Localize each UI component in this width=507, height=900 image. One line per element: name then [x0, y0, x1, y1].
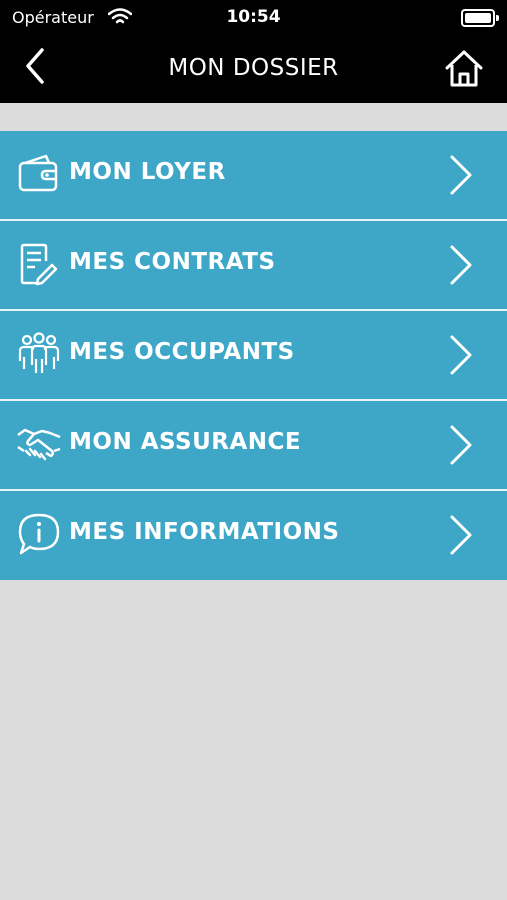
dossier-menu: MON LOYER MES CONTRATS MES OCCUPANTS MON… — [0, 131, 507, 580]
menu-item-label: MON LOYER — [69, 159, 226, 185]
app-header: Opérateur 10:54 MON DOSSIER — [0, 0, 507, 103]
menu-item-mon-loyer[interactable]: MON LOYER — [0, 131, 507, 221]
status-bar: Opérateur 10:54 — [0, 0, 507, 36]
info-bubble-icon — [18, 513, 60, 555]
menu-item-label: MES INFORMATIONS — [69, 519, 340, 545]
chevron-right-icon — [450, 245, 472, 285]
chevron-right-icon — [450, 515, 472, 555]
battery-icon — [461, 9, 499, 27]
page-title: MON DOSSIER — [168, 55, 339, 81]
handshake-icon — [17, 428, 61, 461]
wallet-icon — [18, 154, 58, 192]
contract-icon — [20, 243, 58, 286]
menu-item-mes-informations[interactable]: MES INFORMATIONS — [0, 491, 507, 580]
menu-item-mon-assurance[interactable]: MON ASSURANCE — [0, 401, 507, 491]
menu-item-label: MES CONTRATS — [69, 249, 276, 275]
menu-item-mes-contrats[interactable]: MES CONTRATS — [0, 221, 507, 311]
chevron-right-icon — [450, 425, 472, 465]
chevron-right-icon — [450, 335, 472, 375]
chevron-right-icon — [450, 155, 472, 195]
home-button[interactable] — [443, 47, 485, 89]
menu-item-label: MON ASSURANCE — [69, 429, 302, 455]
people-icon — [18, 332, 60, 373]
menu-item-mes-occupants[interactable]: MES OCCUPANTS — [0, 311, 507, 401]
menu-item-label: MES OCCUPANTS — [69, 339, 295, 365]
clock: 10:54 — [226, 7, 281, 27]
